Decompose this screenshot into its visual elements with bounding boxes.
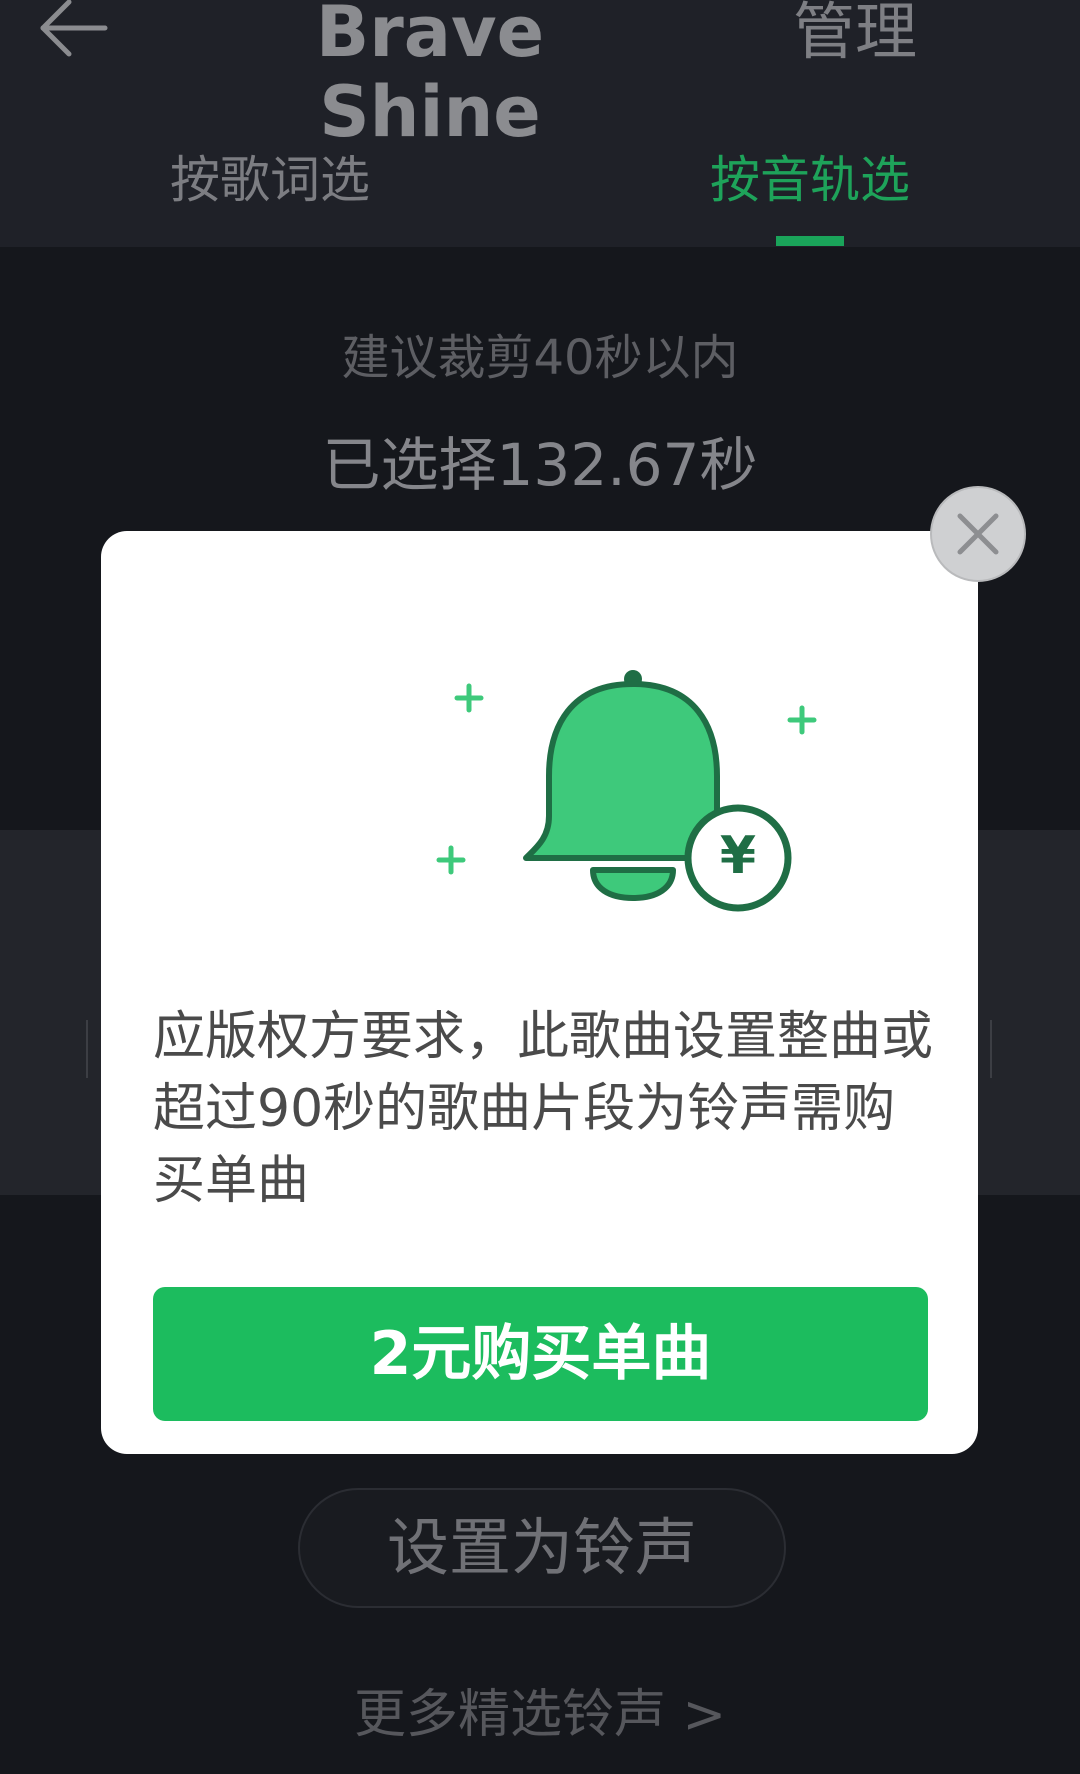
back-button[interactable] [35, 0, 115, 70]
tab-by-lyrics[interactable]: 按歌词选 [150, 140, 390, 220]
purchase-dialog: ¥ 应版权方要求，此歌曲设置整曲或超过90秒的歌曲片段为铃声需购买单曲 2元购买… [101, 531, 978, 1454]
more-ringtones-link[interactable]: 更多精选铃声 > [0, 1672, 1080, 1747]
song-title: Brave Shine [315, 0, 545, 153]
close-icon [957, 513, 999, 555]
set-ringtone-button[interactable]: 设置为铃声 [298, 1488, 786, 1608]
waveform-start-marker [86, 1020, 88, 1078]
copyright-message: 应版权方要求，此歌曲设置整曲或超过90秒的歌曲片段为铃声需购买单曲 [153, 1007, 934, 1211]
tab-by-track[interactable]: 按音轨选 [690, 140, 930, 220]
trim-hint: 建议裁剪40秒以内 [341, 330, 739, 386]
selected-duration: 已选择132.67秒 [322, 431, 758, 499]
bell-with-yen-icon [436, 670, 817, 912]
waveform-end-marker [990, 1020, 992, 1078]
yen-symbol: ¥ [719, 826, 757, 886]
top-bar: Brave Shine 管理 按歌词选 按音轨选 [0, 0, 1080, 247]
manage-button[interactable]: 管理 [780, 0, 930, 70]
buy-single-button[interactable]: 2元购买单曲 [153, 1287, 928, 1421]
close-dialog-button[interactable] [930, 486, 1026, 582]
ringtone-editor-screen: Brave Shine 管理 按歌词选 按音轨选 建议裁剪40秒以内 已选择13… [0, 0, 1080, 1774]
active-tab-indicator [776, 236, 844, 246]
arrow-left-icon [40, 0, 108, 57]
